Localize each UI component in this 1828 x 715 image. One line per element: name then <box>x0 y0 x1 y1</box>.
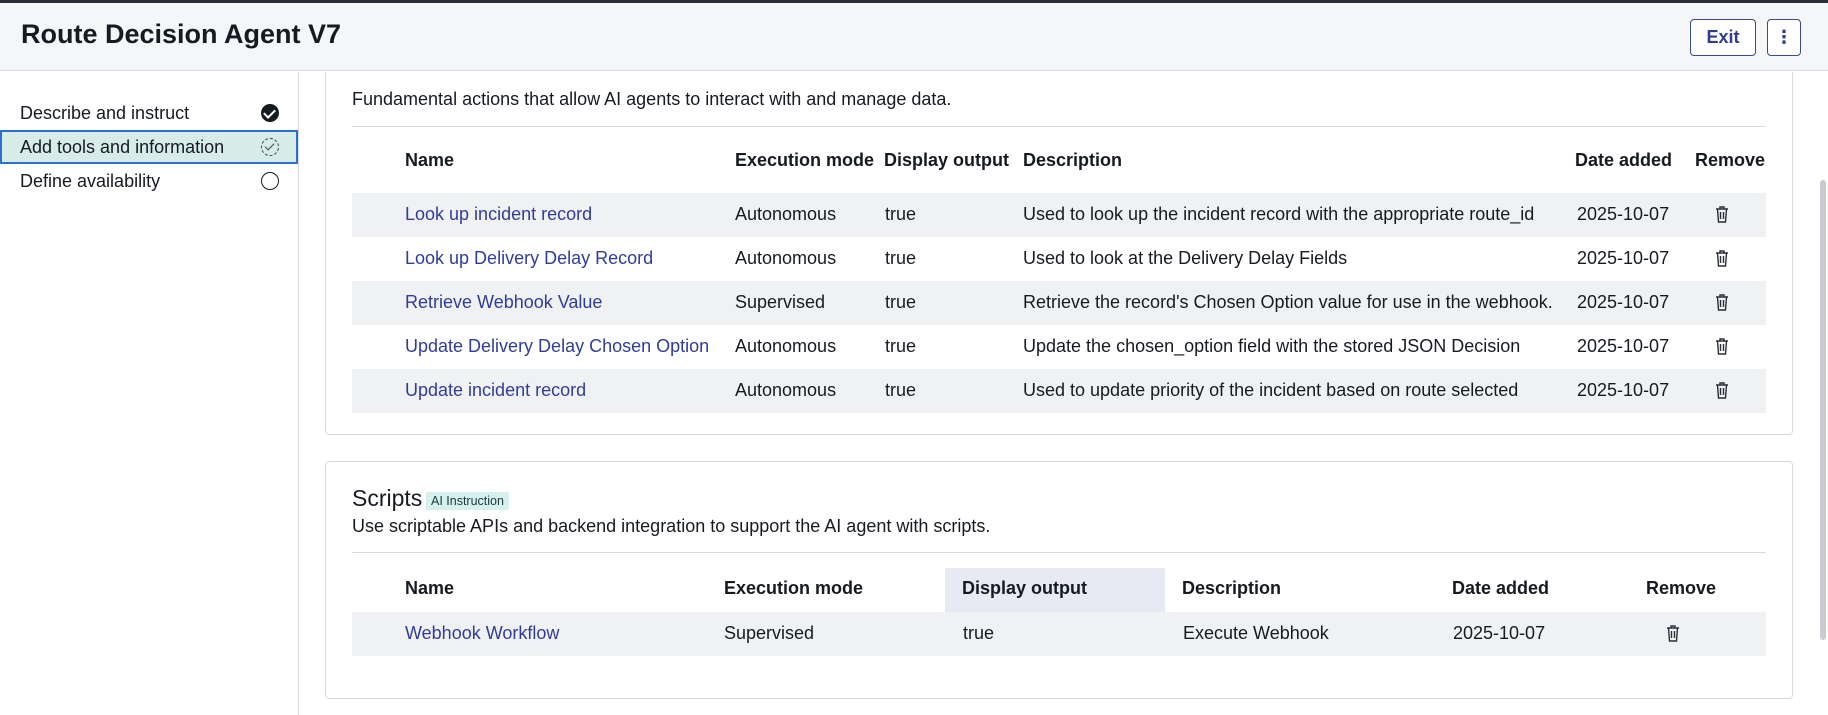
tool-name-link[interactable]: Update Delivery Delay Chosen Option <box>405 336 709 357</box>
display-output: true <box>885 380 917 400</box>
divider <box>352 126 1766 127</box>
date-added: 2025-10-07 <box>1577 380 1670 400</box>
execution-mode: Supervised <box>724 623 815 643</box>
sidebar-item-label: Describe and instruct <box>20 102 190 123</box>
tools-card: Fundamental actions that allow AI agents… <box>325 72 1793 435</box>
date-added: 2025-10-07 <box>1577 248 1670 268</box>
check-complete-icon <box>261 104 279 122</box>
table-row: Update Delivery Delay Chosen Option Auto… <box>352 325 1766 369</box>
trash-icon[interactable] <box>1715 249 1729 267</box>
exit-button[interactable]: Exit <box>1690 19 1756 56</box>
sidebar: Describe and instruct Add tools and info… <box>0 72 299 715</box>
column-header-execution-mode[interactable]: Execution mode <box>735 150 874 171</box>
execution-mode: Autonomous <box>735 204 837 224</box>
date-added: 2025-10-07 <box>1453 623 1546 643</box>
tool-name-link[interactable]: Update incident record <box>405 380 586 401</box>
table-row: Update incident record Autonomous true U… <box>352 369 1766 413</box>
tool-name-link[interactable]: Retrieve Webhook Value <box>405 292 602 313</box>
not-started-icon <box>261 172 279 190</box>
sidebar-item-label: Define availability <box>20 170 161 191</box>
column-header-remove: Remove <box>1646 578 1717 598</box>
table-row: Look up incident record Autonomous true … <box>352 193 1766 237</box>
column-header-display-output[interactable]: Display output <box>962 578 1087 599</box>
page-title: Route Decision Agent V7 <box>21 19 342 49</box>
display-output: true <box>885 336 917 356</box>
column-header-name[interactable]: Name <box>405 578 454 599</box>
trash-icon[interactable] <box>1715 337 1729 355</box>
table-row: Retrieve Webhook Value Supervised true R… <box>352 281 1766 325</box>
trash-icon[interactable] <box>1666 624 1680 642</box>
trash-icon[interactable] <box>1715 293 1729 311</box>
column-header-description[interactable]: Description <box>1023 150 1122 171</box>
divider <box>352 552 1766 553</box>
scripts-card: Scripts AI Instruction Use scriptable AP… <box>325 461 1793 699</box>
column-header-name[interactable]: Name <box>405 150 454 171</box>
tools-card-description: Fundamental actions that allow AI agents… <box>352 89 952 109</box>
script-name-link[interactable]: Webhook Workflow <box>405 623 559 644</box>
sidebar-item-label: Add tools and information <box>20 136 225 157</box>
display-output: true <box>885 248 917 268</box>
display-output: true <box>963 623 995 643</box>
main-content: Fundamental actions that allow AI agents… <box>300 72 1828 715</box>
tool-name-link[interactable]: Look up incident record <box>405 204 592 225</box>
column-header-date-added[interactable]: Date added <box>1452 578 1549 599</box>
more-options-button[interactable]: ⋮ <box>1767 19 1801 56</box>
column-header-description[interactable]: Description <box>1182 578 1281 599</box>
page-header: Route Decision Agent V7 Exit ⋮ <box>0 3 1828 71</box>
scripts-card-description: Use scriptable APIs and backend integrat… <box>352 516 991 536</box>
column-header-date-added[interactable]: Date added <box>1575 150 1672 171</box>
script-description: Execute Webhook <box>1183 623 1329 643</box>
tool-description: Used to update priority of the incident … <box>1023 380 1519 400</box>
trash-icon[interactable] <box>1715 205 1729 223</box>
tool-description: Retrieve the record's Chosen Option valu… <box>1023 292 1553 312</box>
ai-instruction-badge: AI Instruction <box>426 492 509 510</box>
tool-name-link[interactable]: Look up Delivery Delay Record <box>405 248 653 269</box>
sidebar-item-describe[interactable]: Describe and instruct <box>0 96 298 130</box>
tool-description: Used to look at the Delivery Delay Field… <box>1023 248 1348 268</box>
execution-mode: Supervised <box>735 292 826 312</box>
trash-icon[interactable] <box>1715 381 1729 399</box>
sidebar-item-add-tools[interactable]: Add tools and information <box>0 130 298 164</box>
table-row: Look up Delivery Delay Record Autonomous… <box>352 237 1766 281</box>
tool-description: Update the chosen_option field with the … <box>1023 336 1521 356</box>
execution-mode: Autonomous <box>735 336 837 356</box>
date-added: 2025-10-07 <box>1577 336 1670 356</box>
column-header-remove: Remove <box>1695 150 1766 170</box>
tool-description: Used to look up the incident record with… <box>1023 204 1535 224</box>
vertical-scrollbar[interactable] <box>1820 180 1826 640</box>
execution-mode: Autonomous <box>735 380 837 400</box>
column-header-execution-mode[interactable]: Execution mode <box>724 578 863 599</box>
in-progress-icon <box>261 138 279 156</box>
display-output: true <box>885 204 917 224</box>
scripts-card-title: Scripts <box>352 485 423 511</box>
execution-mode: Autonomous <box>735 248 837 268</box>
date-added: 2025-10-07 <box>1577 204 1670 224</box>
table-row: Webhook Workflow Supervised true Execute… <box>352 612 1766 656</box>
date-added: 2025-10-07 <box>1577 292 1670 312</box>
display-output: true <box>885 292 917 312</box>
sidebar-item-define-availability[interactable]: Define availability <box>0 164 298 198</box>
column-header-display-output[interactable]: Display output <box>884 150 1009 171</box>
